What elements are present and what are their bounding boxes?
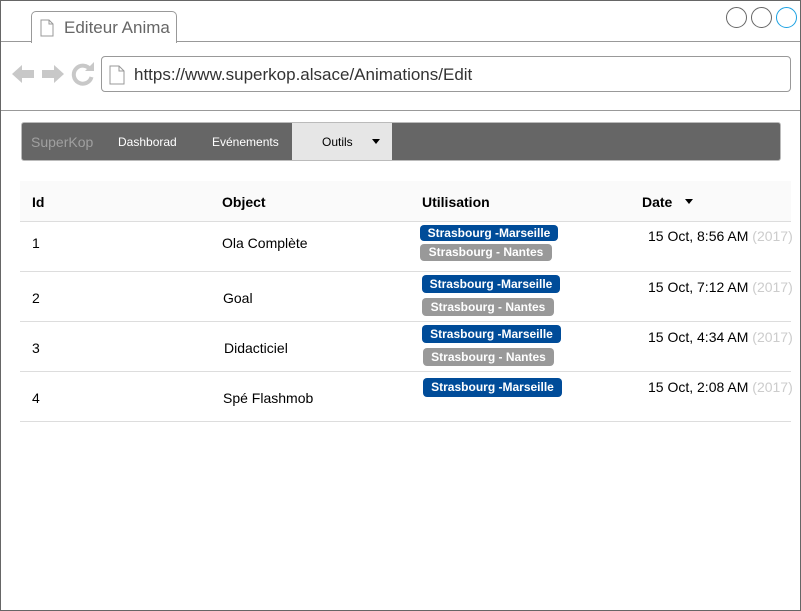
- row-date: 15 Oct, 4:34 AM (2017): [648, 329, 793, 345]
- row-year: (2017): [752, 279, 793, 295]
- row-object: Spé Flashmob: [223, 390, 314, 406]
- close-button[interactable]: [776, 7, 797, 28]
- reload-icon[interactable]: [71, 62, 95, 86]
- app-menu-bar: SuperKop Dashborad Evénements Outils: [21, 122, 781, 161]
- table-row[interactable]: 3 Didacticiel Strasbourg -Marseille Stra…: [20, 322, 793, 372]
- back-arrow-icon[interactable]: [11, 62, 35, 86]
- forward-arrow-icon[interactable]: [41, 62, 65, 86]
- menu-item-dashboard[interactable]: Dashborad: [118, 135, 177, 149]
- table-row[interactable]: 2 Goal Strasbourg -Marseille Strasbourg …: [20, 272, 793, 322]
- utilisation-badge: Strasbourg -Marseille: [422, 325, 561, 343]
- menu-item-evenements[interactable]: Evénements: [212, 135, 279, 149]
- row-date: 15 Oct, 7:12 AM (2017): [648, 279, 793, 295]
- row-object: Ola Complète: [222, 235, 308, 251]
- row-date-text: 15 Oct, 4:34 AM: [648, 329, 749, 345]
- row-date-text: 15 Oct, 2:08 AM: [648, 379, 749, 395]
- row-id: 3: [32, 340, 40, 356]
- caret-down-icon: [372, 139, 380, 144]
- document-icon: [40, 19, 54, 37]
- url-bar[interactable]: https://www.superkop.alsace/Animations/E…: [101, 56, 791, 92]
- row-year: (2017): [752, 329, 793, 345]
- row-id: 1: [32, 235, 40, 251]
- row-date-text: 15 Oct, 7:12 AM: [648, 279, 749, 295]
- utilisation-badge: Strasbourg - Nantes: [422, 298, 554, 316]
- column-header-date[interactable]: Date: [642, 194, 672, 210]
- brand-logo[interactable]: SuperKop: [31, 134, 93, 150]
- utilisation-badge: Strasbourg -Marseille: [420, 225, 558, 241]
- menu-item-outils-label: Outils: [322, 135, 353, 149]
- tab-strip: Editeur Anima: [1, 1, 800, 43]
- row-year: (2017): [752, 379, 793, 395]
- utilisation-badge: Strasbourg - Nantes: [420, 244, 552, 261]
- menu-item-outils[interactable]: Outils: [292, 123, 392, 160]
- table-row[interactable]: 4 Spé Flashmob Strasbourg -Marseille 15 …: [20, 372, 793, 422]
- sort-caret-icon[interactable]: [685, 199, 693, 204]
- row-id: 2: [32, 290, 40, 306]
- table-header: Id Object Utilisation Date: [20, 181, 791, 222]
- row-object: Didacticiel: [224, 340, 288, 356]
- row-id: 4: [32, 390, 40, 406]
- minimize-button[interactable]: [726, 7, 747, 28]
- row-date: 15 Oct, 2:08 AM (2017): [648, 379, 793, 395]
- utilisation-badge: Strasbourg -Marseille: [422, 275, 560, 293]
- maximize-button[interactable]: [751, 7, 772, 28]
- row-date-text: 15 Oct, 8:56 AM: [648, 228, 749, 244]
- utilisation-badge: Strasbourg - Nantes: [423, 348, 554, 366]
- tab-title: Editeur Anima: [64, 18, 170, 37]
- browser-tab[interactable]: Editeur Anima: [31, 11, 177, 43]
- row-year: (2017): [752, 228, 793, 244]
- utilisation-badge: Strasbourg -Marseille: [423, 378, 562, 397]
- browser-window: Editeur Anima https://www.superkop.alsac…: [0, 0, 801, 611]
- row-object: Goal: [223, 290, 253, 306]
- row-date: 15 Oct, 8:56 AM (2017): [648, 228, 793, 244]
- column-header-id: Id: [32, 194, 45, 210]
- column-header-object: Object: [222, 194, 266, 210]
- animations-table: Id Object Utilisation Date 1 Ola Complèt…: [20, 181, 793, 422]
- url-text: https://www.superkop.alsace/Animations/E…: [134, 65, 473, 84]
- column-header-utilisation: Utilisation: [422, 194, 490, 210]
- address-bar-row: https://www.superkop.alsace/Animations/E…: [1, 42, 800, 111]
- table-row[interactable]: 1 Ola Complète Strasbourg -Marseille Str…: [20, 222, 793, 272]
- page-icon: [109, 65, 125, 85]
